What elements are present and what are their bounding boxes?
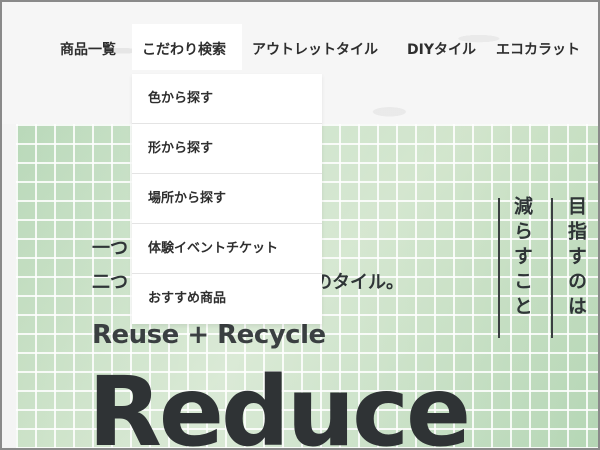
vertical-divider-right <box>551 198 553 338</box>
dropdown-item-search-by-place[interactable]: 場所から探す <box>132 174 322 224</box>
nav-item-diy-tiles[interactable]: DIYタイル <box>407 38 476 62</box>
search-dropdown-menu: 色から探す 形から探す 場所から探す 体験イベントチケット おすすめ商品 <box>132 74 322 324</box>
dropdown-item-event-tickets[interactable]: 体験イベントチケット <box>132 224 322 274</box>
nav-item-detailed-search[interactable]: こだわり検索 <box>142 38 226 62</box>
hero-copy-line2-start: 二つ <box>92 272 128 293</box>
dropdown-item-search-by-shape[interactable]: 形から探す <box>132 124 322 174</box>
dropdown-item-recommended[interactable]: おすすめ商品 <box>132 274 322 324</box>
hero-copy-line1: 一つ <box>92 238 128 259</box>
hero-title: Reduce <box>88 356 471 450</box>
main-navigation: 商品一覧 こだわり検索 アウトレットタイル DIYタイル エコカラット <box>2 38 598 62</box>
nav-item-ecocarat[interactable]: エコカラット <box>496 38 580 62</box>
browser-viewport: 商品一覧 こだわり検索 アウトレットタイル DIYタイル エコカラット 一つ 二… <box>0 0 600 450</box>
hero-vertical-text-right: 目指すのは <box>565 196 587 321</box>
nav-item-products[interactable]: 商品一覧 <box>60 38 116 62</box>
dropdown-item-search-by-color[interactable]: 色から探す <box>132 74 322 124</box>
vertical-divider-left <box>498 198 500 338</box>
hero-copy-line2-end: のタイル。 <box>314 272 404 293</box>
hero-subtitle: Reuse + Recycle <box>92 320 326 350</box>
nav-item-outlet-tiles[interactable]: アウトレットタイル <box>252 38 378 62</box>
hero-vertical-text-left: 減らすこと <box>511 196 533 321</box>
